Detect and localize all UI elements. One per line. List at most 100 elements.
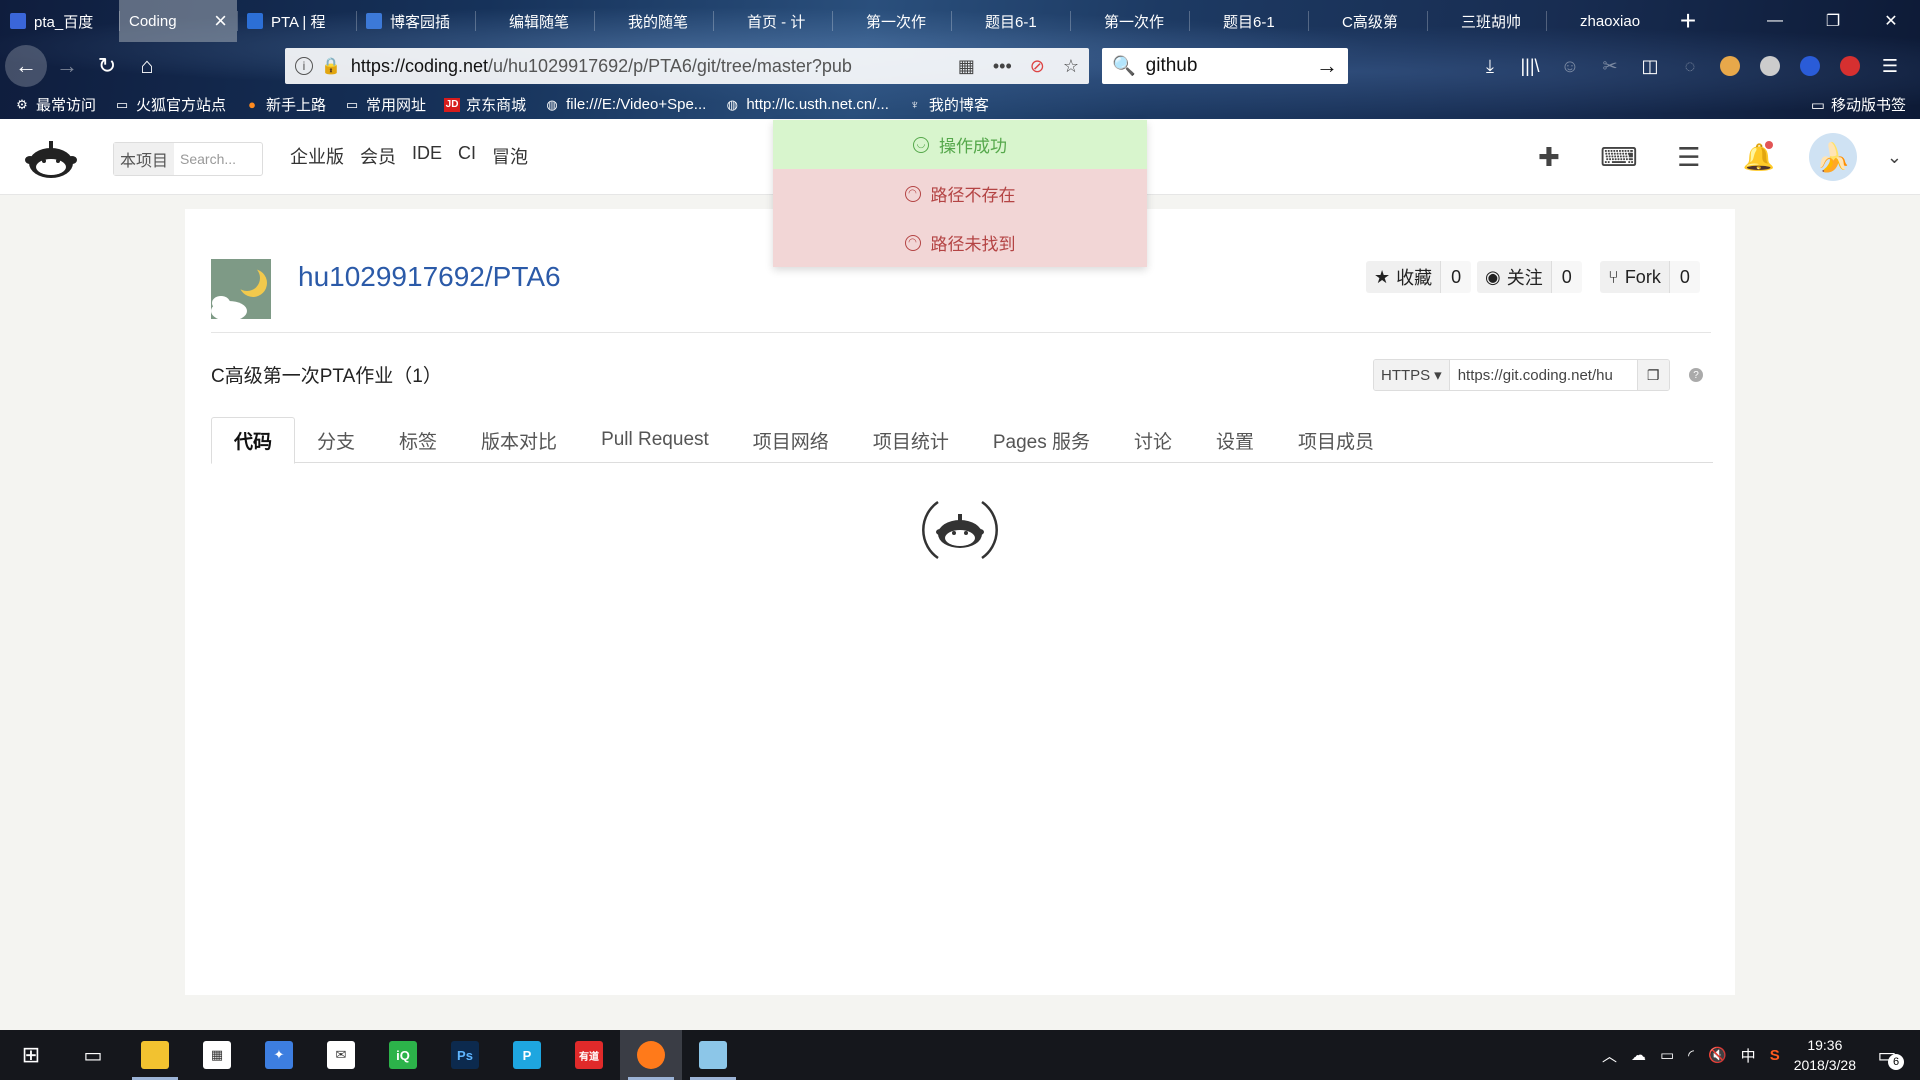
browser-tab[interactable]: 第一次作 — [1070, 0, 1189, 42]
translate-icon[interactable] — [1832, 48, 1868, 84]
more-actions-icon[interactable]: ••• — [993, 56, 1012, 77]
plus-icon[interactable]: ✚ — [1529, 133, 1569, 181]
watch-button[interactable]: ◉ 关注 0 — [1477, 261, 1582, 293]
info-icon[interactable]: i — [295, 57, 313, 75]
menu-icon[interactable]: ☰ — [1872, 48, 1908, 84]
taskbar-app[interactable]: ✉ — [310, 1030, 372, 1080]
clone-protocol-select[interactable]: HTTPS ▾ — [1374, 360, 1450, 390]
tab-discussion[interactable]: 讨论 — [1112, 417, 1194, 463]
qr-code-icon[interactable]: ▦ — [958, 56, 975, 77]
user-avatar[interactable]: 🍌 — [1808, 133, 1857, 181]
fork-count[interactable]: 0 — [1668, 261, 1700, 293]
search-input[interactable]: Search... — [174, 151, 236, 167]
project-avatar[interactable] — [211, 259, 271, 319]
star-count[interactable]: 0 — [1440, 261, 1472, 293]
action-center-icon[interactable]: ▭ 6 — [1870, 1038, 1904, 1072]
browser-tab[interactable]: 三班胡帅 — [1427, 0, 1546, 42]
project-title[interactable]: hu1029917692/PTA6 — [298, 261, 561, 293]
tab-network[interactable]: 项目网络 — [731, 417, 851, 463]
close-tab-icon[interactable]: × — [214, 8, 227, 34]
bookmark-item[interactable]: JD 京东商城 — [444, 94, 526, 115]
clock[interactable]: 19:36 2018/3/28 — [1794, 1035, 1856, 1075]
nav-enterprise[interactable]: 企业版 — [290, 143, 344, 169]
taskbar-app-firefox[interactable] — [620, 1030, 682, 1080]
chevron-up-icon[interactable]: ︿ — [1602, 1045, 1617, 1066]
tab-compare[interactable]: 版本对比 — [459, 417, 579, 463]
new-tab-button[interactable]: + — [1665, 0, 1711, 42]
fork-button[interactable]: ⑂ Fork 0 — [1600, 261, 1700, 293]
tab-stats[interactable]: 项目统计 — [851, 417, 971, 463]
browser-tab[interactable]: 首页 - 计 — [713, 0, 832, 42]
nav-ci[interactable]: CI — [458, 143, 476, 169]
bookmark-item[interactable]: ♆ 我的博客 — [907, 94, 989, 115]
screenshot-icon[interactable]: ✂ — [1592, 48, 1628, 84]
url-text[interactable]: https://coding.net/u/hu1029917692/p/PTA6… — [351, 56, 958, 77]
taskbar-app[interactable] — [682, 1030, 744, 1080]
bookmark-item[interactable]: ▭ 火狐官方站点 — [114, 94, 226, 115]
star-button[interactable]: ★ 收藏 0 — [1366, 261, 1472, 293]
sidebar-icon[interactable]: ◫ — [1632, 48, 1668, 84]
clone-url-input[interactable]: https://git.coding.net/hu — [1450, 360, 1637, 390]
nav-bubble[interactable]: 冒泡 — [492, 143, 528, 169]
download-helper-icon[interactable] — [1792, 48, 1828, 84]
reload-button[interactable]: ↻ — [87, 46, 127, 86]
tampermonkey-icon[interactable] — [1712, 48, 1748, 84]
mobile-bookmarks[interactable]: ▭ 移动版书签 — [1811, 90, 1906, 119]
browser-tab[interactable]: 我的随笔 — [594, 0, 713, 42]
search-value[interactable]: github — [1146, 55, 1198, 77]
taskbar-app[interactable]: P — [496, 1030, 558, 1080]
library-icon[interactable]: |||\ — [1512, 48, 1548, 84]
cloud-icon[interactable]: ☁ — [1631, 1046, 1646, 1064]
browser-tab[interactable]: 博客园插 — [356, 0, 475, 42]
bookmark-item[interactable]: ● 新手上路 — [244, 94, 326, 115]
browser-tab[interactable]: 第一次作 — [832, 0, 951, 42]
tab-pull-request[interactable]: Pull Request — [579, 417, 731, 463]
pocket-icon[interactable]: ⊘ — [1030, 56, 1045, 77]
task-view-button[interactable]: ▭ — [62, 1030, 124, 1080]
start-button[interactable]: ⊞ — [0, 1030, 62, 1080]
project-search[interactable]: 本项目 Search... — [113, 142, 263, 176]
bookmark-item[interactable]: ⚙ 最常访问 — [14, 94, 96, 115]
nav-ide[interactable]: IDE — [412, 143, 442, 169]
list-icon[interactable]: ☰ — [1669, 133, 1709, 181]
minimize-icon[interactable]: — — [1746, 0, 1804, 42]
back-button[interactable]: ← — [5, 45, 47, 87]
browser-tab[interactable]: 题目6-1 — [1189, 0, 1308, 42]
search-go-icon[interactable]: → — [1316, 53, 1338, 79]
copy-icon[interactable]: ❐ — [1636, 360, 1669, 390]
taskbar-app[interactable]: ▦ — [186, 1030, 248, 1080]
lock-icon[interactable]: 🔒 — [321, 56, 341, 76]
bookmark-item[interactable]: ◍ http://lc.usth.net.cn/... — [724, 96, 889, 113]
taskbar-app[interactable]: 有道 — [558, 1030, 620, 1080]
error-toast[interactable]: ◠ 路径未找到 — [773, 218, 1147, 267]
browser-tab[interactable]: pta_百度 — [0, 0, 119, 42]
tab-members[interactable]: 项目成员 — [1276, 417, 1396, 463]
help-icon[interactable]: ? — [1689, 368, 1703, 382]
ime-indicator[interactable]: 中 — [1741, 1045, 1756, 1066]
browser-tab[interactable]: C高级第 — [1308, 0, 1427, 42]
terminal-icon[interactable]: ⌨ — [1599, 133, 1639, 181]
sogou-icon[interactable]: S — [1770, 1047, 1780, 1064]
forward-button[interactable]: → — [47, 46, 87, 86]
nav-member[interactable]: 会员 — [360, 143, 396, 169]
chevron-down-icon[interactable]: ⌄ — [1887, 147, 1902, 168]
restore-icon[interactable]: ❐ — [1804, 0, 1862, 42]
browser-tab[interactable]: zhaoxiao — [1546, 0, 1665, 42]
battery-icon[interactable]: ▭ — [1660, 1046, 1674, 1064]
coding-logo-icon[interactable] — [22, 136, 80, 180]
error-toast[interactable]: ◠ 路径不存在 — [773, 169, 1147, 218]
tab-tags[interactable]: 标签 — [377, 417, 459, 463]
taskbar-app[interactable]: ✦ — [248, 1030, 310, 1080]
hide-icon[interactable]: ◌ — [1672, 48, 1708, 84]
browser-tab[interactable]: 编辑随笔 — [475, 0, 594, 42]
tab-code[interactable]: 代码 — [211, 417, 296, 464]
bookmark-star-icon[interactable]: ☆ — [1063, 56, 1079, 77]
browser-tab[interactable]: 题目6-1 — [951, 0, 1070, 42]
bookmark-item[interactable]: ◍ file:///E:/Video+Spe... — [544, 96, 706, 113]
sync-icon[interactable]: ☺ — [1552, 48, 1588, 84]
extension-icon[interactable] — [1752, 48, 1788, 84]
tab-settings[interactable]: 设置 — [1194, 417, 1276, 463]
browser-tab[interactable]: PTA | 程 — [237, 0, 356, 42]
success-toast[interactable]: ◡ 操作成功 — [773, 120, 1147, 169]
taskbar-app[interactable]: iQ — [372, 1030, 434, 1080]
